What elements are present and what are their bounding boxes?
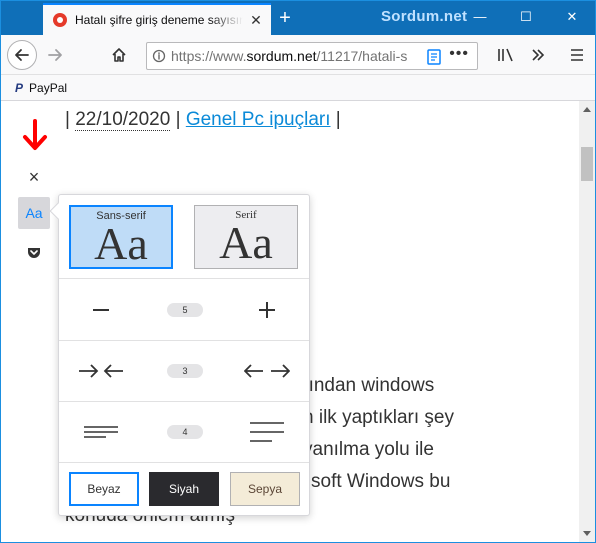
browser-window: Hatalı şifre giriş deneme sayısını ✕ + S… (0, 0, 596, 543)
article-text-line: soft Windows bu (311, 471, 451, 492)
bookmark-label: PayPal (29, 80, 68, 95)
color-theme-row: Beyaz Siyah Sepya (59, 463, 309, 515)
chevron-double-right-icon (532, 49, 545, 61)
back-button[interactable] (7, 40, 37, 70)
tab-title: Hatalı şifre giriş deneme sayısını (75, 13, 243, 27)
theme-dark-button[interactable]: Siyah (149, 472, 219, 506)
navigation-toolbar: https://www.sordum.net/11217/hatali-s ••… (1, 35, 595, 75)
tab-close-icon[interactable]: ✕ (249, 13, 263, 27)
forward-button[interactable] (41, 41, 69, 69)
home-icon (112, 48, 126, 62)
home-button[interactable] (105, 41, 133, 69)
forward-arrow-icon (48, 49, 62, 61)
theme-sepia-button[interactable]: Sepya (230, 472, 300, 506)
overflow-menu-button[interactable] (524, 41, 552, 69)
site-info-icon[interactable] (147, 49, 171, 63)
font-sample: Aa (219, 217, 273, 268)
article-meta: | 22/10/2020 | Genel Pc ipuçları | (65, 109, 341, 131)
wide-width-icon (244, 364, 290, 378)
paypal-icon: P (15, 80, 24, 95)
plus-icon (259, 302, 275, 318)
font-size-row: 5 (59, 280, 309, 341)
close-reader-button[interactable]: × (18, 161, 50, 193)
url-bar[interactable]: https://www.sordum.net/11217/hatali-s ••… (146, 42, 478, 70)
line-height-row: 4 (59, 402, 309, 463)
back-arrow-icon (15, 49, 29, 61)
article-text-line: n ilk yaptıkları şey (303, 407, 454, 428)
content-width-row: 3 (59, 341, 309, 402)
window-close-button[interactable]: ✕ (549, 1, 595, 33)
line-height-value: 4 (167, 425, 203, 439)
active-tab[interactable]: Hatalı şifre giriş deneme sayısını ✕ (43, 3, 271, 35)
url-path: /11217/hatali-s (316, 48, 408, 64)
vertical-scrollbar[interactable] (579, 101, 595, 542)
maximize-button[interactable]: ☐ (503, 1, 549, 33)
annotation-arrow-icon (23, 119, 47, 150)
meta-separator: | (175, 109, 181, 130)
font-size-value: 5 (167, 303, 203, 317)
hamburger-icon (571, 49, 583, 61)
url-prefix: https://www. (171, 48, 247, 64)
pocket-icon (28, 248, 40, 258)
increase-width-button[interactable] (225, 341, 309, 401)
sordum-watermark: Sordum.net (381, 8, 468, 25)
scroll-up-icon[interactable] (583, 107, 591, 112)
reader-view-icon[interactable] (427, 49, 441, 70)
decrease-line-height-button[interactable] (59, 402, 143, 462)
new-tab-button[interactable]: + (273, 5, 297, 31)
pocket-button[interactable] (18, 237, 50, 269)
increase-font-size-button[interactable] (225, 280, 309, 340)
theme-light-button[interactable]: Beyaz (69, 472, 139, 506)
bookmarks-toolbar: P PayPal (1, 75, 595, 101)
title-bar: Hatalı şifre giriş deneme sayısını ✕ + S… (1, 1, 595, 35)
font-family-row: Sans-serif Aa Serif Aa (59, 195, 309, 279)
spaced-lines-icon (250, 422, 284, 442)
font-sample: Aa (94, 218, 148, 269)
increase-line-height-button[interactable] (225, 402, 309, 462)
type-controls-button[interactable]: Aa (18, 197, 50, 229)
narrow-width-icon (79, 364, 123, 378)
sans-serif-font-button[interactable]: Sans-serif Aa (69, 205, 173, 269)
scroll-down-icon[interactable] (583, 531, 591, 536)
compact-lines-icon (84, 426, 118, 438)
main-menu-button[interactable] (563, 41, 591, 69)
article-date: 22/10/2020 (75, 109, 171, 131)
site-favicon-icon (53, 13, 67, 27)
meta-separator: | (335, 109, 341, 130)
content-width-value: 3 (167, 364, 203, 378)
page-actions-button[interactable]: ••• (449, 45, 469, 63)
decrease-width-button[interactable] (59, 341, 143, 401)
library-button[interactable] (492, 41, 520, 69)
library-icon (498, 48, 513, 62)
meta-separator: | (65, 109, 70, 130)
serif-font-button[interactable]: Serif Aa (194, 205, 298, 269)
type-controls-popup: Sans-serif Aa Serif Aa 5 3 4 Beyaz Siyah… (49, 194, 310, 516)
bookmark-paypal[interactable]: P PayPal (15, 81, 67, 95)
decrease-font-size-button[interactable] (59, 280, 143, 340)
article-text-line: yanılma yolu ile (303, 439, 434, 460)
article-text-line: bından windows (298, 375, 435, 396)
scrollbar-thumb[interactable] (581, 147, 593, 181)
article-category-link[interactable]: Genel Pc ipuçları (186, 109, 331, 130)
url-text[interactable]: https://www.sordum.net/11217/hatali-s (171, 48, 419, 64)
url-host: sordum.net (246, 48, 317, 64)
minimize-button[interactable]: — (457, 1, 503, 33)
minus-icon (93, 309, 109, 311)
